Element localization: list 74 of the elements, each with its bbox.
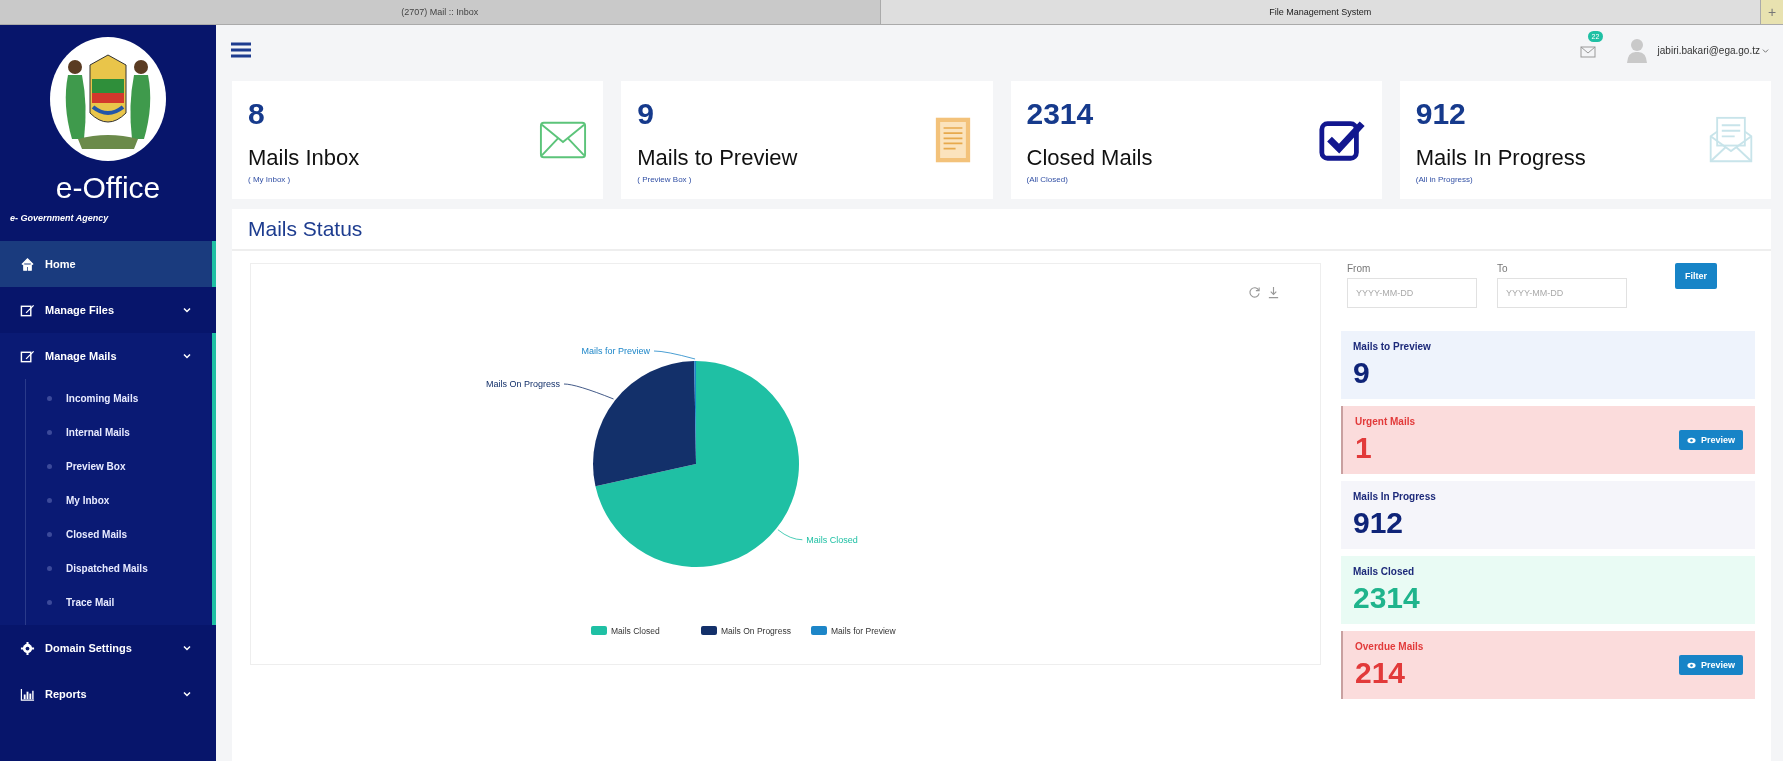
from-date-field[interactable]: YYYY-MM-DD — [1347, 278, 1477, 308]
stat-link[interactable]: (All Closed) — [1026, 174, 1318, 184]
open-envelope-icon — [1707, 116, 1755, 164]
summary-count: 214 — [1355, 655, 1407, 690]
panel-title: Mails Status — [232, 209, 1771, 251]
submenu-item[interactable]: Dispatched Mails — [23, 551, 212, 585]
stat-label: Mails In Progress — [1415, 144, 1587, 171]
filter-button[interactable]: Filter — [1675, 263, 1717, 289]
nav-item[interactable]: Manage Mails — [0, 333, 212, 379]
summary-count: 1 — [1355, 430, 1373, 465]
stat-link[interactable]: (All in Progress) — [1415, 174, 1707, 184]
legend-label: Mails On Progress — [721, 626, 791, 636]
summary-label: Mails In Progress — [1353, 490, 1437, 502]
from-label: From — [1347, 263, 1372, 274]
stat-count: 2314 — [1026, 96, 1095, 131]
summary-label: Overdue Mails — [1355, 640, 1425, 652]
to-label: To — [1497, 263, 1509, 274]
browser-tab[interactable]: (2707) Mail :: Inbox — [0, 0, 881, 24]
slice-label: Mails for Preview — [581, 346, 650, 356]
leader-line — [777, 529, 803, 541]
chevron-icon — [182, 643, 192, 653]
app-title: e-Office — [55, 171, 161, 205]
stat-link[interactable]: ( Preview Box ) — [637, 174, 929, 184]
stat-link[interactable]: ( My Inbox ) — [248, 174, 540, 184]
submenu-item[interactable]: Closed Mails — [23, 517, 212, 551]
nav-item[interactable]: Reports — [0, 671, 216, 717]
download-icon[interactable] — [1267, 286, 1280, 299]
menu-icon[interactable] — [230, 41, 252, 59]
chevron-icon — [182, 305, 192, 315]
agency-name: e- Government Agency — [10, 213, 109, 223]
legend-label: Mails for Preview — [831, 626, 896, 636]
home-icon — [20, 256, 35, 272]
stat-count: 8 — [248, 96, 266, 131]
chevron-icon — [182, 351, 192, 361]
leader-line — [563, 383, 614, 400]
stat-count: 9 — [637, 96, 655, 131]
slice-label: Mails On Progress — [485, 379, 560, 389]
submenu-item[interactable]: My Inbox — [23, 483, 212, 517]
summary-count: 912 — [1353, 505, 1405, 540]
preview-button[interactable]: Preview — [1678, 655, 1743, 675]
edit-icon — [20, 302, 35, 318]
chevron-icon — [182, 689, 192, 699]
gear-icon — [20, 640, 35, 656]
avatar-icon — [1625, 37, 1648, 63]
stat-count: 912 — [1415, 96, 1467, 131]
slice-label: Mails Closed — [806, 534, 858, 545]
preview-button[interactable]: Preview — [1678, 430, 1743, 450]
summary-count: 2314 — [1353, 580, 1421, 615]
submenu-item[interactable]: Incoming Mails — [23, 381, 212, 415]
stat-label: Mails to Preview — [637, 144, 799, 171]
leader-line — [653, 350, 696, 360]
refresh-icon[interactable] — [1248, 286, 1261, 299]
submenu-item[interactable]: Internal Mails — [23, 415, 212, 449]
stat-label: Closed Mails — [1026, 144, 1154, 171]
eye-icon — [1686, 661, 1696, 669]
user-menu[interactable]: jabiri.bakari@ega.go.tz — [1657, 44, 1769, 56]
to-date-field[interactable]: YYYY-MM-DD — [1497, 278, 1627, 308]
edit-icon — [20, 348, 35, 364]
legend-label: Mails Closed — [611, 626, 660, 636]
eye-icon — [1686, 436, 1696, 444]
summary-label: Mails Closed — [1353, 565, 1416, 577]
nav-item[interactable]: Manage Files — [0, 287, 216, 333]
submenu-item[interactable]: Preview Box — [23, 449, 212, 483]
caret-icon — [1762, 46, 1769, 54]
nav-item[interactable]: Home — [0, 241, 216, 287]
browser-tab[interactable]: File Management System — [880, 0, 1761, 24]
bar-chart-icon — [20, 686, 35, 702]
nav-item[interactable]: Domain Settings — [0, 625, 216, 671]
submenu-item[interactable]: Trace Mail — [23, 585, 212, 619]
stat-label: Mails Inbox — [248, 144, 361, 171]
summary-count: 9 — [1353, 355, 1371, 390]
summary-label: Mails to Preview — [1353, 340, 1432, 352]
mail-icon[interactable] — [1579, 45, 1596, 59]
summary-label: Urgent Mails — [1355, 415, 1416, 427]
